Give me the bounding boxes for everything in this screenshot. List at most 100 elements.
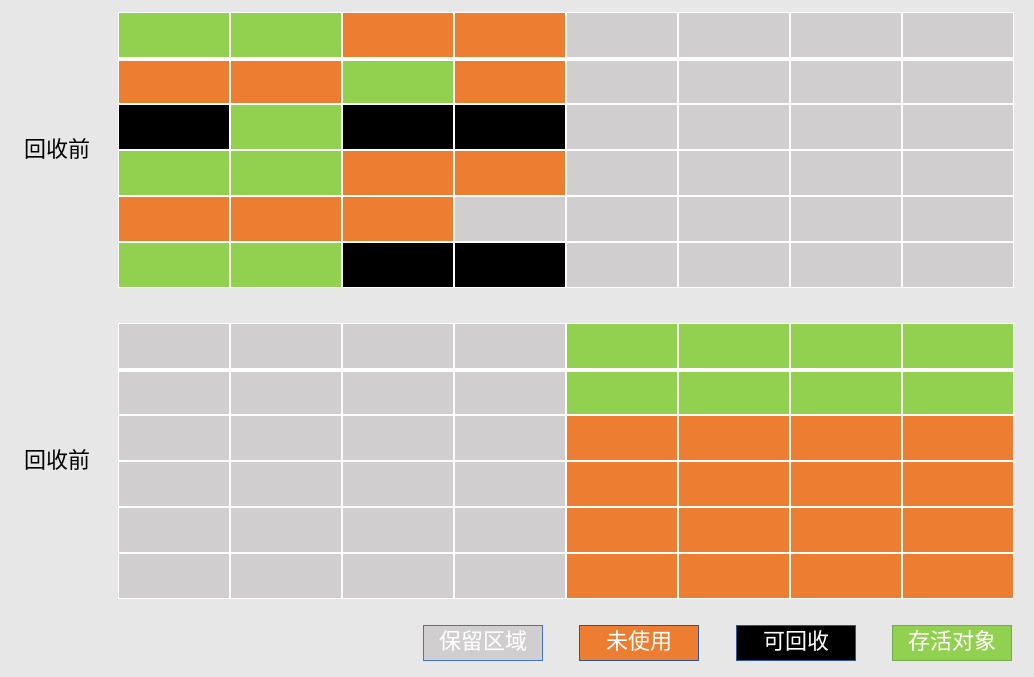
bottom-cell-unused	[903, 508, 1013, 552]
bottom-cell-unused	[791, 462, 901, 506]
top-cell-reclaimable	[119, 105, 229, 149]
top-cell-reserved	[567, 59, 677, 103]
legend-reclaimable: 可回收	[736, 625, 856, 661]
bottom-cell-reserved	[231, 370, 341, 414]
top-cell-unused	[231, 59, 341, 103]
top-cell-unused	[455, 59, 565, 103]
legend-live: 存活对象	[892, 625, 1012, 661]
top-cell-reserved	[791, 59, 901, 103]
bottom-cell-unused	[567, 462, 677, 506]
bottom-cell-reserved	[455, 416, 565, 460]
top-cell-live	[119, 13, 229, 57]
bottom-cell-reserved	[119, 324, 229, 368]
top-region-label: 回收前	[24, 138, 91, 163]
top-cell-reserved	[791, 13, 901, 57]
top-cell-reserved	[791, 105, 901, 149]
legend-reserved-label: 保留区域	[438, 630, 527, 655]
bottom-cell-reserved	[231, 462, 341, 506]
legend-unused-label: 未使用	[605, 630, 672, 655]
top-cell-unused	[455, 151, 565, 195]
top-cell-unused	[343, 197, 453, 241]
top-cell-unused	[343, 151, 453, 195]
bottom-cell-unused	[903, 554, 1013, 598]
legend-reclaimable-label: 可回收	[762, 630, 829, 655]
bottom-cell-unused	[791, 554, 901, 598]
top-cell-unused	[119, 197, 229, 241]
top-row-separator	[119, 57, 1013, 61]
top-cell-reserved	[903, 151, 1013, 195]
top-cell-reserved	[567, 151, 677, 195]
top-cell-reserved	[903, 243, 1013, 287]
bottom-cell-unused	[679, 508, 789, 552]
top-cell-live	[231, 13, 341, 57]
top-cell-reserved	[679, 105, 789, 149]
top-cell-reserved	[903, 105, 1013, 149]
top-cell-reserved	[679, 243, 789, 287]
top-cell-reserved	[903, 197, 1013, 241]
bottom-cell-reserved	[455, 324, 565, 368]
top-cell-reserved	[679, 151, 789, 195]
top-cell-reserved	[567, 13, 677, 57]
bottom-cell-unused	[679, 554, 789, 598]
top-cell-reserved	[455, 197, 565, 241]
bottom-cell-unused	[791, 416, 901, 460]
top-cell-live	[119, 151, 229, 195]
bottom-region-label: 回收前	[24, 449, 91, 474]
top-cell-reclaimable	[343, 105, 453, 149]
top-cell-live	[231, 105, 341, 149]
bottom-cell-reserved	[455, 554, 565, 598]
top-cell-reserved	[567, 197, 677, 241]
top-cell-unused	[119, 59, 229, 103]
bottom-cell-reserved	[119, 508, 229, 552]
legend-unused: 未使用	[579, 625, 699, 661]
bottom-cell-live	[903, 370, 1013, 414]
bottom-cell-live	[567, 324, 677, 368]
bottom-cell-live	[679, 370, 789, 414]
bottom-cell-unused	[791, 508, 901, 552]
bottom-cell-reserved	[343, 416, 453, 460]
bottom-cell-reserved	[343, 462, 453, 506]
bottom-cell-live	[791, 370, 901, 414]
top-cell-unused	[455, 13, 565, 57]
top-cell-reserved	[567, 243, 677, 287]
bottom-cell-unused	[567, 416, 677, 460]
bottom-cell-reserved	[343, 508, 453, 552]
bottom-cell-reserved	[119, 416, 229, 460]
top-cell-reserved	[791, 197, 901, 241]
bottom-cell-reserved	[455, 370, 565, 414]
bottom-cell-unused	[903, 462, 1013, 506]
bottom-cell-unused	[567, 508, 677, 552]
legend-reserved: 保留区域	[423, 625, 543, 661]
top-cell-reclaimable	[343, 243, 453, 287]
top-cell-live	[231, 151, 341, 195]
bottom-cell-reserved	[119, 370, 229, 414]
bottom-cell-unused	[679, 416, 789, 460]
bottom-cell-reserved	[119, 554, 229, 598]
bottom-cell-reserved	[455, 462, 565, 506]
bottom-cell-reserved	[231, 508, 341, 552]
top-cell-reserved	[903, 13, 1013, 57]
legend-live-label: 存活对象	[907, 630, 996, 655]
bottom-cell-reserved	[231, 324, 341, 368]
top-cell-reclaimable	[455, 105, 565, 149]
bottom-cell-unused	[679, 462, 789, 506]
bottom-cell-live	[791, 324, 901, 368]
top-cell-reserved	[679, 197, 789, 241]
top-cell-live	[119, 243, 229, 287]
bottom-cell-reserved	[119, 462, 229, 506]
bottom-cell-reserved	[231, 416, 341, 460]
top-cell-live	[343, 59, 453, 103]
top-cell-live	[231, 243, 341, 287]
top-memory-grid	[118, 12, 1014, 288]
bottom-cell-reserved	[343, 324, 453, 368]
bottom-row-separator	[119, 368, 1013, 372]
bottom-cell-live	[903, 324, 1013, 368]
bottom-cell-reserved	[455, 508, 565, 552]
top-cell-unused	[343, 13, 453, 57]
bottom-cell-unused	[567, 554, 677, 598]
bottom-cell-live	[679, 324, 789, 368]
bottom-cell-reserved	[343, 370, 453, 414]
top-cell-unused	[231, 197, 341, 241]
bottom-cell-reserved	[343, 554, 453, 598]
top-cell-reserved	[679, 59, 789, 103]
